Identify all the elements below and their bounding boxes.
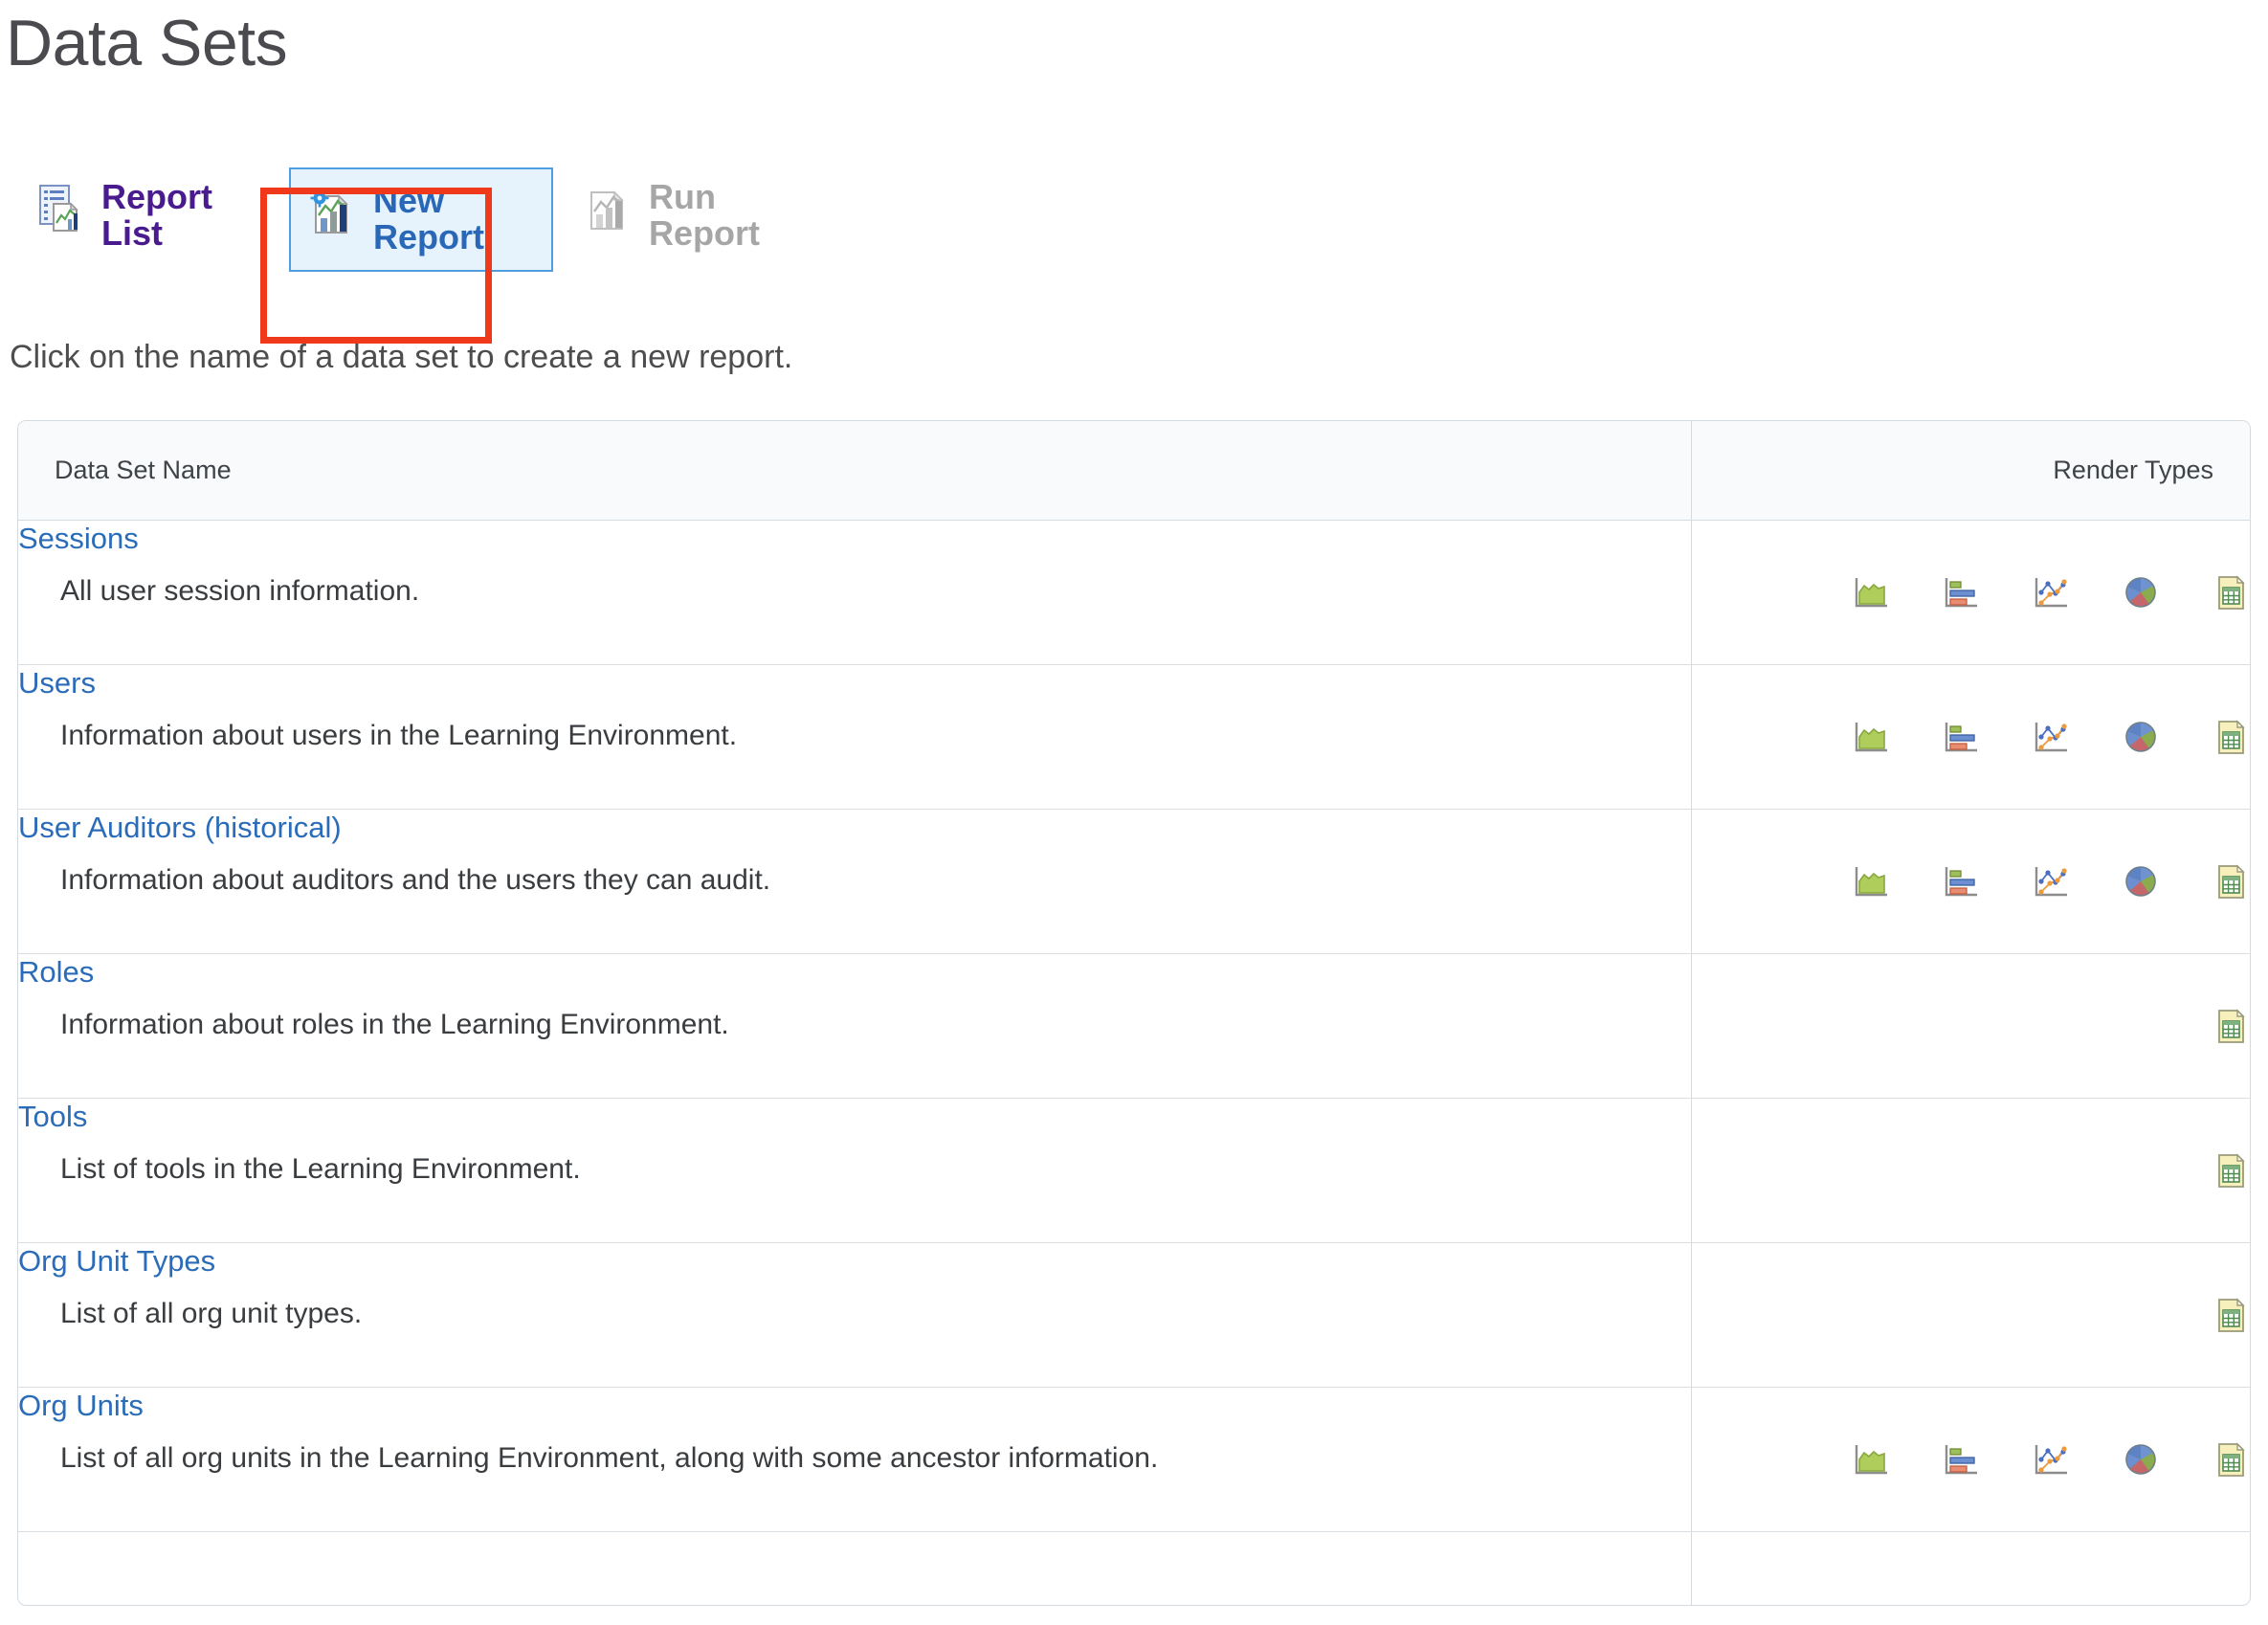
horizontal-bar-chart-icon[interactable] [1942,718,1980,756]
pie-chart-icon[interactable] [2122,862,2160,901]
data-set-description: List of all org unit types. [18,1295,1691,1332]
area-chart-icon[interactable] [1852,718,1890,756]
table-row: Roles Information about roles in the Lear… [18,954,2250,1099]
data-set-description: List of all org units in the Learning En… [18,1439,1691,1477]
table-body: Sessions All user session information. [18,521,2250,1605]
horizontal-bar-chart-icon[interactable] [1942,573,1980,612]
table-row: Users Information about users in the Lear… [18,665,2250,810]
data-set-link[interactable]: Users [18,665,96,701]
render-types-cell [1691,1388,2250,1532]
toolbar-label-report-list: Report List [101,179,245,253]
pie-chart-icon[interactable] [2122,573,2160,612]
area-chart-icon[interactable] [1852,573,1890,612]
render-type-icon-group [1692,665,2251,809]
data-sets-table: Data Set Name Render Types Sessions All u… [18,421,2250,1605]
page-title: Data Sets [0,0,2268,79]
render-types-cell [1691,1243,2250,1388]
data-set-name-cell: Tools List of tools in the Learning Envir… [18,1099,1691,1243]
data-set-name-cell: User Auditors (historical) Information ab… [18,810,1691,954]
table-header-row: Data Set Name Render Types [18,421,2250,521]
toolbar-item-run-report: Run Report [572,167,806,264]
render-types-cell [1691,954,2250,1099]
data-set-name-cell: Sessions All user session information. [18,521,1691,665]
table-row: Org Unit Types List of all org unit types… [18,1243,2250,1388]
data-set-description: All user session information. [18,572,1691,610]
toolbar-item-report-list[interactable]: Report List [25,167,258,264]
data-set-name-cell [18,1532,1691,1605]
report-list-icon [36,183,86,233]
table-grid-icon[interactable] [2212,573,2250,612]
new-report-icon [308,187,358,236]
column-header-render-types: Render Types [1691,421,2250,521]
data-set-link[interactable]: Roles [18,954,94,990]
table-row: Sessions All user session information. [18,521,2250,665]
render-types-cell [1691,521,2250,665]
render-type-icon-group [1692,1099,2251,1242]
table-grid-icon[interactable] [2212,1151,2250,1190]
data-sets-page: Data Sets [0,0,2268,1625]
pie-chart-icon[interactable] [2122,1440,2160,1479]
render-type-icon-group [1692,1243,2251,1387]
render-type-icon-group [1692,521,2251,664]
data-set-description: Information about roles in the Learning … [18,1006,1691,1043]
toolbar-item-new-report[interactable]: New Report [289,167,553,272]
line-chart-icon[interactable] [2032,1440,2070,1479]
data-set-link[interactable]: Tools [18,1099,87,1134]
toolbar-label-new-report: New Report [373,183,526,256]
table-grid-icon[interactable] [2212,718,2250,756]
render-types-cell [1691,1532,2250,1605]
data-set-description: List of tools in the Learning Environmen… [18,1150,1691,1188]
data-set-link[interactable]: Org Unit Types [18,1243,215,1279]
data-set-link[interactable]: Sessions [18,521,139,556]
data-set-name-cell: Org Unit Types List of all org unit types… [18,1243,1691,1388]
render-types-cell [1691,1099,2250,1243]
data-set-description: Information about users in the Learning … [18,717,1691,754]
line-chart-icon[interactable] [2032,573,2070,612]
table-row: Org Units List of all org units in the Le… [18,1388,2250,1532]
column-header-data-set-name: Data Set Name [18,421,1691,521]
line-chart-icon[interactable] [2032,862,2070,901]
table-grid-icon[interactable] [2212,1007,2250,1045]
data-set-link[interactable]: User Auditors (historical) [18,810,342,845]
render-type-icon-group [1692,810,2251,953]
table-grid-icon[interactable] [2212,862,2250,901]
render-type-icon-group [1692,954,2251,1098]
data-sets-table-container: Data Set Name Render Types Sessions All u… [17,420,2251,1606]
table-grid-icon[interactable] [2212,1440,2250,1479]
area-chart-icon[interactable] [1852,862,1890,901]
table-row-partial [18,1532,2250,1605]
data-set-description: Information about auditors and the users… [18,861,1691,899]
table-grid-icon[interactable] [2212,1296,2250,1334]
render-types-cell [1691,810,2250,954]
pie-chart-icon[interactable] [2122,718,2160,756]
line-chart-icon[interactable] [2032,718,2070,756]
report-toolbar: Report List [0,167,2268,330]
toolbar-label-run-report: Run Report [649,179,792,253]
render-type-icon-group [1692,1388,2251,1531]
table-row: Tools List of tools in the Learning Envir… [18,1099,2250,1243]
instruction-text: Click on the name of a data set to creat… [0,336,2268,378]
table-row: User Auditors (historical) Information ab… [18,810,2250,954]
data-set-name-cell: Org Units List of all org units in the Le… [18,1388,1691,1532]
run-report-icon [584,183,634,233]
horizontal-bar-chart-icon[interactable] [1942,862,1980,901]
table-head: Data Set Name Render Types [18,421,2250,521]
data-set-link[interactable]: Org Units [18,1388,144,1423]
data-set-name-cell: Users Information about users in the Lear… [18,665,1691,810]
area-chart-icon[interactable] [1852,1440,1890,1479]
horizontal-bar-chart-icon[interactable] [1942,1440,1980,1479]
data-set-name-cell: Roles Information about roles in the Lear… [18,954,1691,1099]
render-types-cell [1691,665,2250,810]
